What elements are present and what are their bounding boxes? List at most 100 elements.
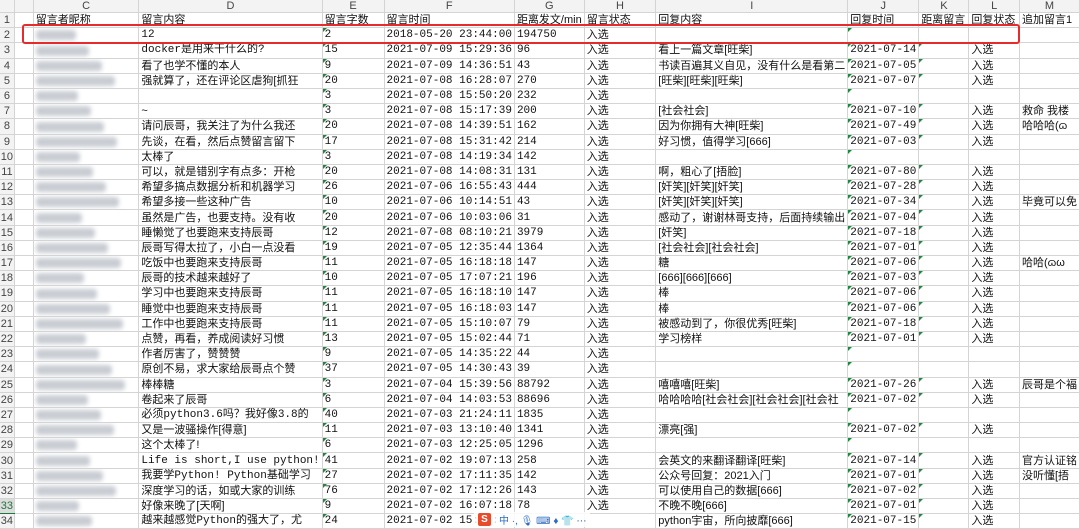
cell-e[interactable]: 13 <box>322 331 385 348</box>
cell-d[interactable]: 先谈，在看，然后点赞留言留下 <box>138 134 323 150</box>
cell-d[interactable]: 原创不易，求大家给辰哥点个赞 <box>138 361 323 378</box>
cell-e[interactable]: 6 <box>322 437 385 454</box>
cell-i[interactable]: [奸笑] <box>655 225 849 241</box>
cell-l[interactable]: 入选 <box>968 422 1020 439</box>
header-cell[interactable]: 留言内容 <box>138 12 323 29</box>
cell-f[interactable]: 2021-07-05 12:35:44 <box>384 240 515 257</box>
cell-g[interactable]: 39 <box>514 361 585 378</box>
nickname-cell-blurred[interactable] <box>33 392 140 408</box>
nickname-cell-blurred[interactable] <box>33 377 140 393</box>
cell-i[interactable]: 被感动到了，你很优秀[旺柴] <box>655 316 849 332</box>
cell-m[interactable] <box>1019 179 1080 196</box>
cell-d[interactable]: 点赞，再看，养成阅读好习惯 <box>138 331 323 348</box>
cell[interactable] <box>14 179 34 196</box>
cell-e[interactable]: 26 <box>322 179 385 196</box>
cell-h[interactable]: 入选 <box>584 42 657 59</box>
cell-e[interactable]: 11 <box>322 285 385 302</box>
cell-l[interactable]: 入选 <box>968 103 1020 120</box>
cell-k[interactable] <box>918 285 970 302</box>
row-number[interactable]: 18 <box>0 270 15 287</box>
cell-f[interactable]: 2021-07-02 17:12:26 <box>384 483 515 500</box>
cell-l[interactable]: 入选 <box>968 392 1020 408</box>
nickname-cell-blurred[interactable] <box>33 88 140 105</box>
cell-e[interactable]: 15 <box>322 42 385 59</box>
cell-j[interactable]: 2021-07-26 <box>847 377 920 393</box>
cell-k[interactable] <box>918 27 970 44</box>
nickname-cell-blurred[interactable] <box>33 270 140 287</box>
cell-h[interactable]: 入选 <box>584 468 657 484</box>
cell-j[interactable] <box>847 346 920 363</box>
cell-l[interactable]: 入选 <box>968 285 1020 302</box>
cell-k[interactable] <box>918 437 970 454</box>
cell-d[interactable]: docker是用来干什么的? <box>138 42 323 59</box>
cell-e[interactable]: 17 <box>322 134 385 150</box>
cell-g[interactable]: 1364 <box>514 240 585 257</box>
cell-f[interactable]: 2021-07-03 13:10:40 <box>384 422 515 439</box>
cell-g[interactable]: 131 <box>514 164 585 181</box>
cell-g[interactable]: 258 <box>514 452 585 469</box>
cell[interactable] <box>14 452 34 469</box>
cell-l[interactable]: 入选 <box>968 468 1020 484</box>
cell-j[interactable]: 2021-07-01 <box>847 468 920 484</box>
cell-h[interactable]: 入选 <box>584 377 657 393</box>
nickname-cell-blurred[interactable] <box>33 194 140 211</box>
cell-f[interactable]: 2021-07-05 15:02:44 <box>384 331 515 348</box>
cell[interactable] <box>14 498 34 515</box>
cell-g[interactable]: 88696 <box>514 392 585 408</box>
cell-m[interactable] <box>1019 301 1080 317</box>
cell-i[interactable] <box>655 361 849 378</box>
column-header-i[interactable]: I <box>655 0 849 13</box>
cell-m[interactable] <box>1019 27 1080 44</box>
cell-m[interactable]: 官方认证铭 <box>1019 452 1080 469</box>
cell-f[interactable]: 2021-07-03 21:24:11 <box>384 407 515 424</box>
cell[interactable] <box>14 134 34 150</box>
cell-h[interactable]: 入选 <box>584 225 657 241</box>
row-number[interactable]: 26 <box>0 392 15 408</box>
row-number[interactable]: 27 <box>0 407 15 424</box>
column-header-l[interactable]: L <box>968 0 1020 13</box>
cell-i[interactable]: [社会社会][社会社会] <box>655 240 849 257</box>
cell-f[interactable]: 2021-07-08 15:50:20 <box>384 88 515 105</box>
cell-f[interactable]: 2021-07-04 14:03:53 <box>384 392 515 408</box>
cell-l[interactable] <box>968 437 1020 454</box>
row-number[interactable]: 28 <box>0 422 15 439</box>
cell-m[interactable] <box>1019 316 1080 332</box>
cell-f[interactable]: 2021-07-05 14:35:22 <box>384 346 515 363</box>
cell-g[interactable]: 88792 <box>514 377 585 393</box>
cell-j[interactable]: 2021-07-02 <box>847 422 920 439</box>
cell-e[interactable]: 20 <box>322 164 385 181</box>
cell-g[interactable]: 147 <box>514 255 585 272</box>
cell-l[interactable]: 入选 <box>968 301 1020 317</box>
cell-m[interactable]: 毕竟可以免 <box>1019 194 1080 211</box>
cell-i[interactable] <box>655 407 849 424</box>
row-number[interactable]: 5 <box>0 73 15 89</box>
cell-g[interactable]: 270 <box>514 73 585 89</box>
cell-g[interactable]: 96 <box>514 42 585 59</box>
cell-g[interactable]: 31 <box>514 209 585 226</box>
header-cell[interactable]: 距离留言 <box>918 12 970 29</box>
nickname-cell-blurred[interactable] <box>33 149 140 165</box>
cell[interactable] <box>14 149 34 165</box>
cell[interactable] <box>14 483 34 500</box>
nickname-cell-blurred[interactable] <box>33 103 140 120</box>
cell-d[interactable]: 太棒了 <box>138 149 323 165</box>
cell-j[interactable]: 2021-07-01 <box>847 498 920 515</box>
cell-m[interactable] <box>1019 498 1080 515</box>
cell-j[interactable] <box>847 88 920 105</box>
cell-g[interactable]: 43 <box>514 194 585 211</box>
cell-m[interactable] <box>1019 134 1080 150</box>
cell-i[interactable]: 糖 <box>655 255 849 272</box>
column-header-d[interactable]: D <box>138 0 323 13</box>
cell-l[interactable] <box>968 88 1020 105</box>
nickname-cell-blurred[interactable] <box>33 452 140 469</box>
cell-i[interactable]: 会英文的来翻译翻译[旺柴] <box>655 452 849 469</box>
row-number[interactable]: 30 <box>0 452 15 469</box>
cell-m[interactable] <box>1019 164 1080 181</box>
cell-f[interactable]: 2021-07-05 16:18:10 <box>384 285 515 302</box>
nickname-cell-blurred[interactable] <box>33 179 140 196</box>
cell-f[interactable]: 2021-07-08 14:08:31 <box>384 164 515 181</box>
cell-l[interactable]: 入选 <box>968 225 1020 241</box>
nickname-cell-blurred[interactable] <box>33 240 140 257</box>
cell-j[interactable]: 2021-07-10 <box>847 103 920 120</box>
cell-f[interactable]: 2021-07-06 16:55:43 <box>384 179 515 196</box>
